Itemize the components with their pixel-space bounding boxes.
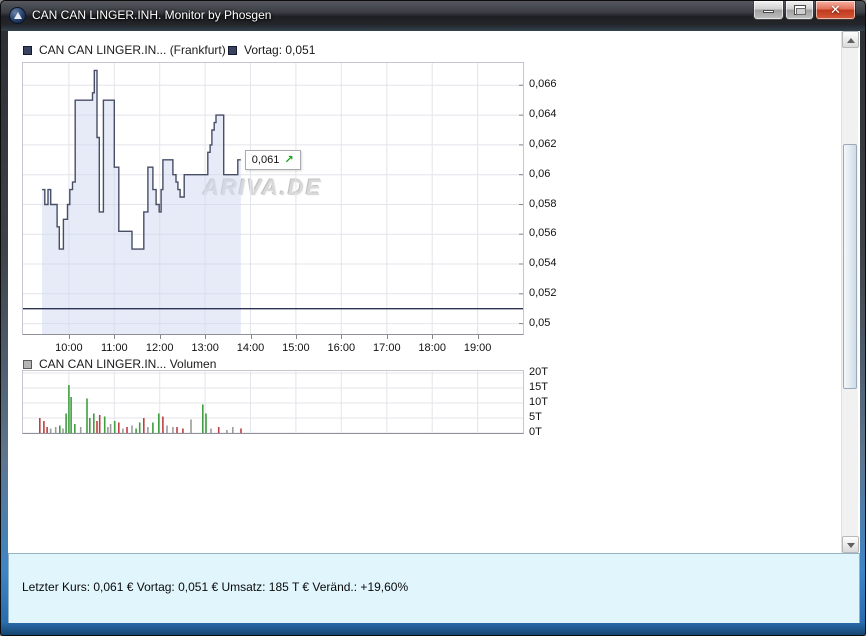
legend-label: Vortag: 0,051 [244,43,316,57]
maximize-icon [794,5,806,15]
time-axis-tick [159,335,161,339]
series-marker-icon [23,46,32,55]
maximize-button[interactable] [785,1,814,20]
status-bar: Letzter Kurs: 0,061 € Vortag: 0,051 € Um… [8,553,860,623]
price-axis-label: 0,054 [529,257,557,269]
price-axis-label: 0,058 [529,197,557,210]
window-title: CAN CAN LINGER.INH. Monitor by Phosgen [32,8,272,22]
price-axis-label: 0,062 [529,137,557,150]
time-axis-tick [432,335,434,339]
volume-axis-label: 0T [529,426,542,438]
volume-axis-label: 15T [529,381,548,393]
time-axis-tick [341,335,343,339]
time-axis-tick [205,335,207,339]
legend-item-instrument: CAN CAN LINGER.IN... (Frankfurt) [23,44,226,58]
scrollbar-thumb[interactable] [843,144,857,389]
price-axis-label: 0,066 [529,78,557,91]
volume-chart-plot [22,370,524,434]
last-price-value: 0,061 [251,153,280,166]
time-axis-tick [114,335,116,339]
time-axis-tick [386,335,388,339]
series-marker-icon [228,46,237,55]
arrow-up-icon [847,38,855,43]
legend-label: CAN CAN LINGER.IN... Volumen [39,357,217,371]
last-price-label: 0,061 ↗ [244,149,301,170]
status-text: Letzter Kurs: 0,061 € Vortag: 0,051 € Um… [22,580,409,594]
price-axis-label: 0,05 [529,316,551,329]
time-axis-tick [295,335,297,339]
time-axis-tick [250,335,252,339]
legend-label: CAN CAN LINGER.IN... (Frankfurt) [39,43,226,57]
scroll-up-button[interactable] [842,31,859,48]
time-axis-label: 11:00 [100,342,128,354]
series-marker-icon [23,360,32,369]
scroll-down-button[interactable] [842,536,859,553]
volume-axis-label: 20T [529,366,548,378]
minimize-button[interactable] [753,1,784,20]
title-bar[interactable]: CAN CAN LINGER.INH. Monitor by Phosgen ✕ [1,1,865,31]
minimize-icon [763,10,774,13]
time-axis-label: 15:00 [282,342,310,354]
app-icon [9,7,26,24]
legend-item-vortag: Vortag: 0,051 [228,44,315,58]
arrow-down-icon [847,543,855,548]
monitor-window: CAN CAN LINGER.INH. Monitor by Phosgen ✕… [0,0,866,636]
volume-axis-label: 10T [529,396,548,408]
volume-chart-svg [23,371,523,433]
ariva-logo-icon [13,12,22,19]
price-axis-label: 0,06 [529,167,551,180]
price-chart-plot: ARIVA.DE 0,061 ↗ [22,62,524,335]
time-axis-tick [68,335,70,339]
price-chart-svg [23,63,523,334]
time-axis-label: 14:00 [236,342,265,354]
price-axis-label: 0,056 [529,227,557,240]
time-axis-label: 13:00 [191,342,219,354]
time-axis-label: 18:00 [418,342,446,354]
window-controls: ✕ [752,1,856,20]
time-axis-label: 19:00 [463,342,492,354]
close-icon: ✕ [830,2,841,17]
time-axis-label: 10:00 [55,342,83,354]
time-axis-label: 12:00 [145,342,174,354]
price-axis-label: 0,064 [529,108,557,121]
volume-axis-label: 5T [529,411,542,423]
vertical-scrollbar[interactable] [841,31,859,553]
time-axis-tick [477,335,479,339]
close-button[interactable]: ✕ [815,1,856,20]
price-axis-label: 0,052 [529,286,557,299]
chart-content-area: CAN CAN LINGER.IN... (Frankfurt) Vortag:… [8,31,860,553]
time-axis-label: 16:00 [327,342,356,354]
arrow-up-right-icon: ↗ [284,153,294,166]
time-axis-label: 17:00 [373,342,401,354]
